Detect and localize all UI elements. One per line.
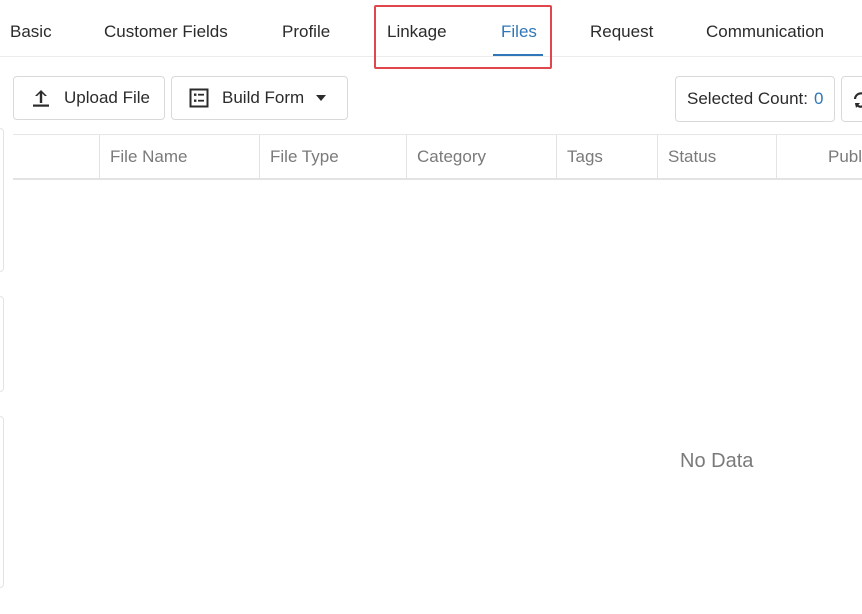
highlight-annotation	[374, 5, 552, 69]
selected-count: Selected Count: 0	[675, 76, 835, 122]
build-form-button[interactable]: Build Form	[171, 76, 348, 120]
selected-count-label: Selected Count:	[687, 89, 808, 108]
side-panel-edge	[0, 296, 4, 392]
tab-basic[interactable]: Basic	[10, 20, 52, 44]
empty-state-text: No Data	[680, 450, 754, 472]
column-status[interactable]: Status	[657, 135, 776, 178]
upload-file-label: Upload File	[64, 88, 150, 107]
tab-request[interactable]: Request	[590, 20, 653, 44]
tab-customer-fields[interactable]: Customer Fields	[104, 20, 228, 44]
upload-file-button[interactable]: Upload File	[13, 76, 165, 120]
column-category[interactable]: Category	[406, 135, 556, 178]
file-table-header: File Name File Type Category Tags Status…	[13, 134, 862, 180]
select-column-header[interactable]	[13, 135, 99, 178]
column-file-name[interactable]: File Name	[99, 135, 259, 178]
side-panel-edge	[0, 128, 4, 272]
upload-icon	[31, 88, 51, 108]
column-published[interactable]: Publ	[776, 135, 862, 178]
chevron-down-icon	[316, 95, 327, 101]
side-panel-edge	[0, 416, 4, 588]
refresh-button[interactable]	[841, 76, 862, 122]
tab-communication[interactable]: Communication	[706, 20, 824, 44]
selected-count-value: 0	[813, 89, 824, 108]
column-tags[interactable]: Tags	[556, 135, 657, 178]
form-icon	[189, 88, 209, 108]
column-file-type[interactable]: File Type	[259, 135, 406, 178]
tab-profile[interactable]: Profile	[282, 20, 330, 44]
build-form-label: Build Form	[222, 88, 305, 107]
